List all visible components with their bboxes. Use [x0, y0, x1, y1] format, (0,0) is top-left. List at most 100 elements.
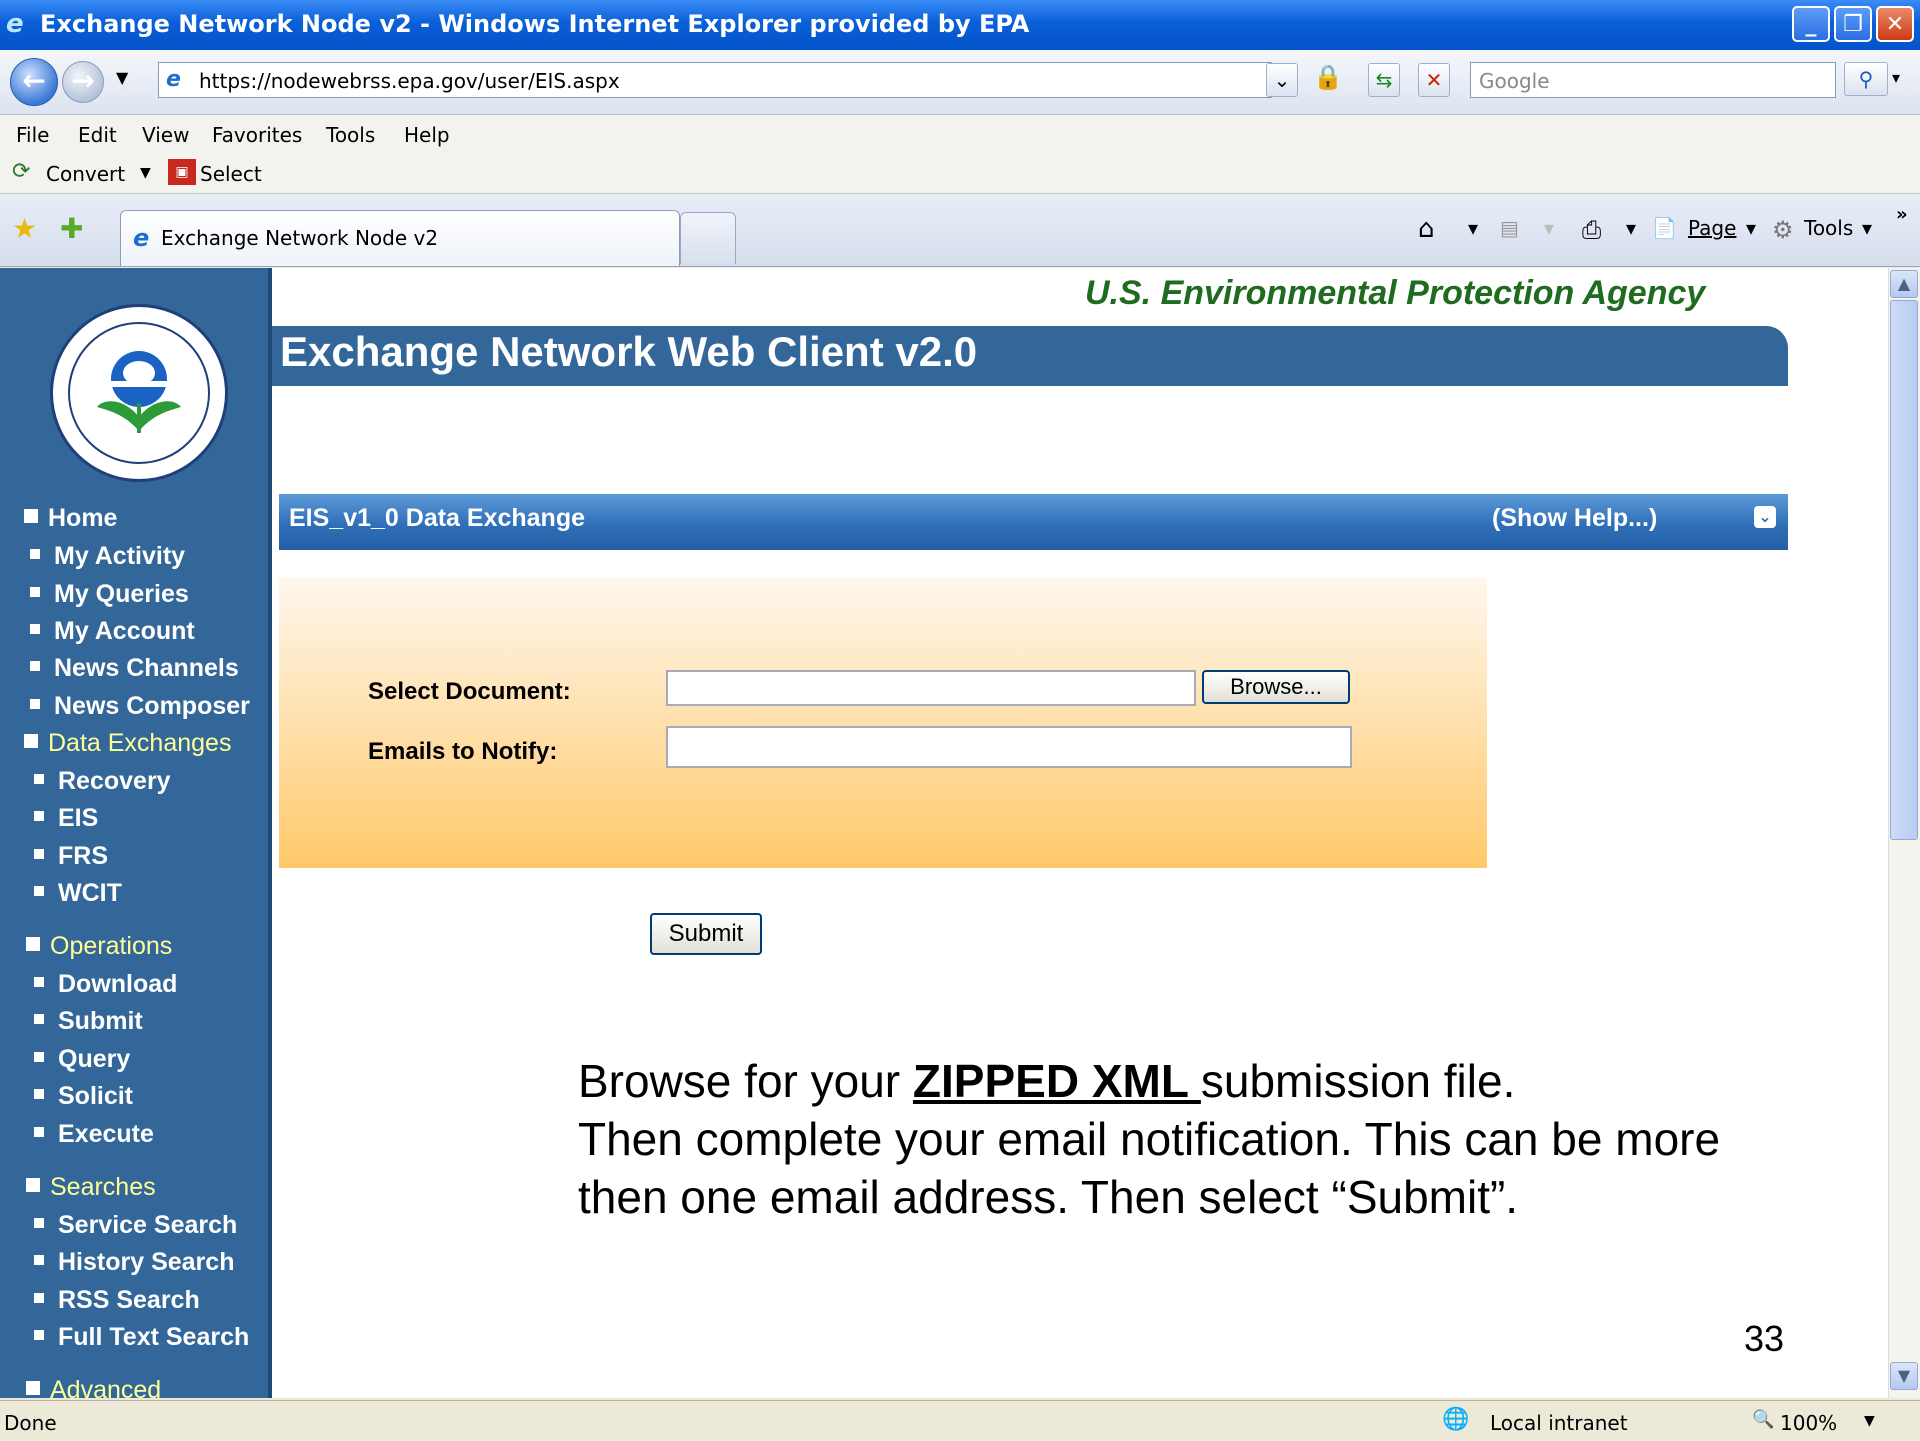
page-viewport: Home My Activity My Queries My Account N…: [0, 268, 1888, 1398]
sidebar-item-solicit[interactable]: Solicit: [34, 1082, 133, 1111]
convert-icon: ⟳: [12, 159, 31, 184]
document-file-input[interactable]: [666, 670, 1196, 706]
select-icon: ▣: [168, 159, 196, 185]
window-title: Exchange Network Node v2 - Windows Inter…: [40, 10, 1030, 38]
add-favorites-icon[interactable]: ✚: [60, 212, 83, 245]
sidebar-item-eis[interactable]: EIS: [34, 804, 98, 833]
agency-name: U.S. Environmental Protection Agency: [1085, 274, 1706, 312]
tab-row: ★ ✚ e Exchange Network Node v2 ⌂ ▾ ▤ ▾ ⎙…: [0, 194, 1920, 267]
show-help-link[interactable]: (Show Help...): [1492, 504, 1657, 533]
sidebar-item-query[interactable]: Query: [34, 1045, 130, 1074]
tab-ie-icon: e: [133, 224, 150, 252]
gear-icon: ⚙: [1772, 216, 1794, 244]
chevron-more-icon[interactable]: »: [1896, 204, 1908, 225]
sidebar-item-history-search[interactable]: History Search: [34, 1248, 234, 1277]
sidebar-item-my-queries[interactable]: My Queries: [30, 580, 189, 609]
tab-label: Exchange Network Node v2: [161, 226, 439, 250]
sidebar-data-exchanges[interactable]: Data Exchanges: [24, 729, 231, 758]
sidebar-operations[interactable]: Operations: [26, 932, 172, 961]
search-options-dropdown-icon[interactable]: ▾: [1892, 68, 1900, 87]
sidebar-item-rss-search[interactable]: RSS Search: [34, 1286, 200, 1315]
scroll-up-button[interactable]: ▲: [1890, 270, 1918, 298]
sidebar-item-submit[interactable]: Submit: [34, 1007, 143, 1036]
sidebar: Home My Activity My Queries My Account N…: [0, 268, 272, 1398]
back-button[interactable]: ←: [10, 58, 58, 106]
favorites-star-icon[interactable]: ★: [12, 212, 37, 245]
sidebar-home[interactable]: Home: [24, 504, 117, 533]
zipped-xml-highlight: ZIPPED XML: [912, 1055, 1201, 1107]
browse-button[interactable]: Browse...: [1202, 670, 1350, 704]
intranet-globe-icon: 🌐: [1442, 1407, 1470, 1432]
status-bar: Done 🌐 Local intranet 🔍 100% ▼: [0, 1400, 1920, 1441]
minimize-button[interactable]: _: [1792, 6, 1830, 42]
address-toolbar: ← → ▼ e https://nodewebrss.epa.gov/user/…: [0, 50, 1920, 115]
security-zone[interactable]: Local intranet: [1490, 1411, 1628, 1435]
submit-button[interactable]: Submit: [650, 913, 762, 955]
forward-button[interactable]: →: [62, 61, 104, 103]
sidebar-searches[interactable]: Searches: [26, 1173, 156, 1202]
menu-favorites[interactable]: Favorites: [212, 123, 302, 147]
page-menu[interactable]: Page: [1688, 216, 1736, 240]
submission-form-panel: [279, 578, 1487, 868]
print-icon[interactable]: ⎙: [1582, 216, 1601, 244]
sidebar-item-recovery[interactable]: Recovery: [34, 767, 171, 796]
emails-input[interactable]: [666, 726, 1352, 768]
sidebar-item-service-search[interactable]: Service Search: [34, 1211, 237, 1240]
sidebar-item-news-composer[interactable]: News Composer: [30, 692, 250, 721]
sidebar-advanced[interactable]: Advanced: [26, 1376, 161, 1398]
tools-dropdown-icon[interactable]: ▾: [1862, 216, 1872, 240]
epa-seal-logo: [50, 304, 228, 482]
exchange-title: EIS_v1_0 Data Exchange: [289, 504, 585, 532]
sidebar-item-wcit[interactable]: WCIT: [34, 879, 122, 908]
select-document-label: Select Document:: [368, 678, 571, 705]
address-dropdown-button[interactable]: ⌄: [1266, 63, 1298, 97]
emails-to-notify-label: Emails to Notify:: [368, 738, 558, 765]
sidebar-item-news-channels[interactable]: News Channels: [30, 654, 239, 683]
select-button[interactable]: Select: [200, 162, 262, 186]
sidebar-item-frs[interactable]: FRS: [34, 842, 108, 871]
tab-exchange-network-node[interactable]: e Exchange Network Node v2: [120, 210, 680, 266]
convert-button[interactable]: Convert: [46, 162, 125, 186]
menu-help[interactable]: Help: [404, 123, 450, 147]
title-bar: e Exchange Network Node v2 - Windows Int…: [0, 0, 1920, 50]
ie-logo-icon: e: [6, 9, 24, 39]
sidebar-item-full-text-search[interactable]: Full Text Search: [34, 1323, 249, 1352]
command-bar: ⟳ Convert ▼ ▣ Select: [0, 153, 1920, 194]
scroll-down-button[interactable]: ▼: [1890, 1362, 1918, 1390]
page-icon: e: [166, 67, 181, 92]
search-icon[interactable]: ⚲: [1844, 62, 1888, 96]
zoom-dropdown-icon[interactable]: ▼: [1864, 1413, 1875, 1429]
refresh-button[interactable]: ⇆: [1368, 63, 1400, 97]
close-button[interactable]: ✕: [1876, 6, 1914, 42]
lock-icon[interactable]: 🔒: [1310, 63, 1346, 97]
status-text: Done: [4, 1411, 57, 1435]
tools-menu[interactable]: Tools: [1804, 216, 1853, 240]
sidebar-item-my-activity[interactable]: My Activity: [30, 542, 185, 571]
page-dropdown-icon[interactable]: ▾: [1746, 216, 1756, 240]
scrollbar-thumb[interactable]: [1890, 300, 1918, 840]
print-dropdown-icon[interactable]: ▾: [1626, 216, 1636, 240]
feeds-icon[interactable]: ▤: [1500, 216, 1519, 240]
sidebar-item-execute[interactable]: Execute: [34, 1120, 154, 1149]
address-input[interactable]: https://nodewebrss.epa.gov/user/EIS.aspx: [158, 62, 1272, 98]
menu-tools[interactable]: Tools: [326, 123, 375, 147]
zoom-icon: 🔍: [1752, 1409, 1775, 1430]
sidebar-item-my-account[interactable]: My Account: [30, 617, 195, 646]
feeds-dropdown-icon[interactable]: ▾: [1544, 216, 1554, 240]
stop-button[interactable]: ✕: [1418, 63, 1450, 97]
sidebar-item-download[interactable]: Download: [34, 970, 177, 999]
page-icon-menu: 📄: [1652, 216, 1677, 240]
new-tab-button[interactable]: [680, 212, 736, 264]
menu-view[interactable]: View: [142, 123, 189, 147]
convert-dropdown-icon[interactable]: ▼: [140, 165, 151, 181]
restore-button[interactable]: ❐: [1834, 6, 1872, 42]
collapse-icon[interactable]: ⌄: [1754, 506, 1776, 528]
zoom-level[interactable]: 100%: [1780, 1411, 1837, 1435]
slide-number: 33: [1744, 1318, 1785, 1359]
home-icon[interactable]: ⌂: [1418, 214, 1435, 244]
menu-file[interactable]: File: [16, 123, 49, 147]
menu-edit[interactable]: Edit: [78, 123, 117, 147]
home-dropdown-icon[interactable]: ▾: [1468, 216, 1478, 240]
recent-pages-dropdown-icon[interactable]: ▼: [116, 68, 128, 87]
search-input[interactable]: Google: [1470, 62, 1836, 98]
